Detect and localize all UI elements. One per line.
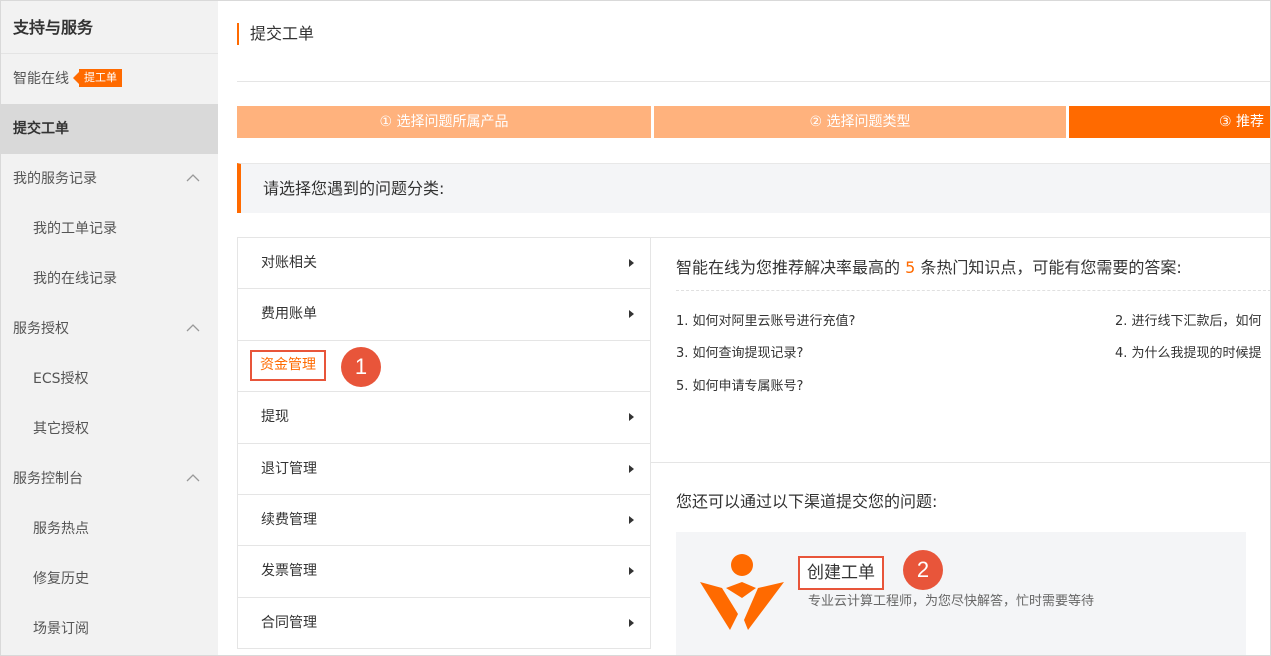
knowledge-heading-post: 条热门知识点，可能有您需要的答案: — [915, 258, 1182, 277]
knowledge-count: 5 — [905, 258, 916, 277]
caret-right-icon — [629, 310, 634, 319]
knowledge-link[interactable]: 1. 如何对阿里云账号进行充值? — [676, 310, 855, 329]
knowledge-link[interactable]: 2. 进行线下汇款后，如何 — [1115, 310, 1262, 329]
caret-right-icon — [629, 413, 634, 422]
category-item[interactable]: 费用账单 — [238, 289, 650, 341]
knowledge-link[interactable]: 3. 如何查询提现记录? — [676, 342, 803, 361]
sidebar-group-label: 我的服务记录 — [13, 171, 97, 187]
recommendation-panel: 智能在线为您推荐解决率最高的 5 条热门知识点，可能有您需要的答案: 1. 如何… — [651, 237, 1270, 655]
category-item[interactable]: 对账相关 — [238, 238, 650, 290]
sidebar-item-online-records[interactable]: 我的在线记录 — [1, 254, 218, 304]
knowledge-link[interactable]: 5. 如何申请专属账号? — [676, 375, 803, 394]
create-ticket-card[interactable]: 创建工单 2 专业云计算工程师，为您尽快解答，忙时需要等待 — [676, 532, 1246, 655]
category-item[interactable]: 提现 — [238, 392, 650, 444]
sidebar-group-service-records[interactable]: 我的服务记录 — [1, 154, 218, 204]
chevron-up-icon — [186, 324, 200, 332]
sidebar-item-repair-history[interactable]: 修复历史 — [1, 554, 218, 604]
caret-right-icon — [629, 464, 634, 473]
category-item[interactable]: 发票管理 — [238, 546, 650, 598]
step-3: ③ 推荐 — [1069, 106, 1270, 138]
caret-right-icon — [629, 515, 634, 524]
category-item[interactable]: 合同管理 — [238, 598, 650, 650]
window-frame: 支持与服务 智能在线 提工单 提交工单 我的服务记录 我的工单记录 我的在线记录 … — [0, 0, 1271, 656]
knowledge-link[interactable]: 4. 为什么我提现的时候提 — [1115, 342, 1262, 361]
step-progress: ① 选择问题所属产品 ② 选择问题类型 ③ 推荐 — [237, 106, 1270, 138]
submit-ticket-badge[interactable]: 提工单 — [73, 69, 122, 87]
page-title: 提交工单 — [237, 23, 314, 45]
category-item[interactable]: 续费管理 — [238, 495, 650, 547]
create-ticket-button[interactable]: 创建工单 — [798, 556, 884, 590]
selected-category-label: 资金管理 — [250, 349, 326, 381]
divider — [651, 462, 1270, 463]
knowledge-heading-pre: 智能在线为您推荐解决率最高的 — [676, 258, 906, 277]
category-label: 费用账单 — [261, 306, 317, 323]
category-label: 退订管理 — [261, 460, 317, 477]
step-2: ② 选择问题类型 — [654, 106, 1066, 138]
sidebar-group-label: 服务控制台 — [13, 471, 83, 487]
category-label: 提现 — [261, 409, 289, 426]
sidebar-item-service-hotspots[interactable]: 服务热点 — [1, 504, 218, 554]
chevron-up-icon — [186, 174, 200, 182]
caret-right-icon — [629, 567, 634, 576]
callout-badge-2: 2 — [903, 550, 943, 590]
sidebar-item-online[interactable]: 智能在线 提工单 — [1, 54, 218, 104]
category-label: 合同管理 — [261, 614, 317, 631]
callout-badge-1: 1 — [341, 346, 381, 387]
category-item-selected[interactable]: 资金管理 1 — [238, 341, 650, 393]
sidebar-item-online-label: 智能在线 — [13, 71, 69, 87]
sidebar-item-scenario-subscription[interactable]: 场景订阅 — [1, 604, 218, 654]
chevron-up-icon — [186, 474, 200, 482]
caret-right-icon — [629, 259, 634, 267]
category-label: 发票管理 — [261, 563, 317, 580]
sidebar-item-submit-ticket[interactable]: 提交工单 — [1, 104, 218, 154]
engineer-icon — [700, 554, 784, 630]
sidebar-item-ecs-authorization[interactable]: ECS授权 — [1, 354, 218, 404]
divider — [676, 290, 1270, 291]
knowledge-heading: 智能在线为您推荐解决率最高的 5 条热门知识点，可能有您需要的答案: — [676, 254, 1182, 278]
sidebar-group-service-console[interactable]: 服务控制台 — [1, 454, 218, 504]
category-item[interactable]: 退订管理 — [238, 444, 650, 495]
category-label: 续费管理 — [261, 511, 317, 528]
caret-right-icon — [629, 618, 634, 627]
category-list: 对账相关 费用账单 资金管理 1 提现 退订管理 续费管理 发票管理 合同管理 — [237, 237, 651, 650]
create-ticket-description: 专业云计算工程师，为您尽快解答，忙时需要等待 — [808, 594, 1095, 609]
sidebar-group-service-authorization[interactable]: 服务授权 — [1, 304, 218, 354]
sidebar: 支持与服务 智能在线 提工单 提交工单 我的服务记录 我的工单记录 我的在线记录 … — [1, 1, 218, 655]
step-1: ① 选择问题所属产品 — [237, 106, 651, 138]
sidebar-item-ticket-records[interactable]: 我的工单记录 — [1, 204, 218, 254]
divider — [237, 81, 1270, 82]
category-label: 对账相关 — [261, 255, 317, 271]
sidebar-group-label: 服务授权 — [13, 321, 69, 337]
main-content: 提交工单 ① 选择问题所属产品 ② 选择问题类型 ③ 推荐 请选择您遇到的问题分… — [218, 1, 1270, 655]
category-prompt: 请选择您遇到的问题分类: — [237, 163, 1270, 213]
sidebar-title: 支持与服务 — [1, 1, 218, 54]
channels-heading: 您还可以通过以下渠道提交您的问题: — [676, 492, 938, 511]
sidebar-item-other-authorization[interactable]: 其它授权 — [1, 404, 218, 454]
